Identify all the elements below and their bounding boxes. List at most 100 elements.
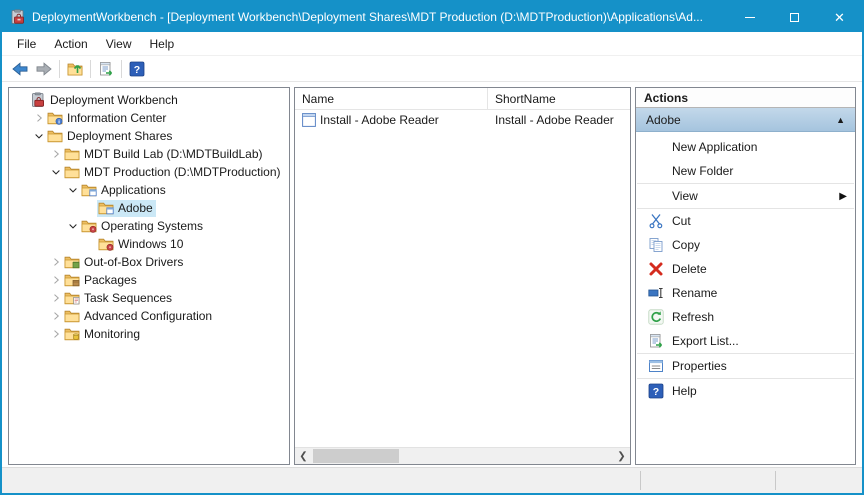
chevron-expanded-icon[interactable] — [49, 165, 63, 179]
action-delete[interactable]: Delete — [636, 257, 855, 281]
chevron-collapsed-icon[interactable] — [49, 327, 63, 341]
rename-icon — [648, 285, 666, 301]
folder-tasks-icon — [64, 291, 80, 306]
action-refresh[interactable]: Refresh — [636, 305, 855, 329]
tree-item-out-of-box-drivers[interactable]: Out-of-Box Drivers — [9, 253, 289, 271]
collapse-group-icon[interactable]: ▲ — [836, 115, 845, 125]
action-new-folder[interactable]: New Folder — [636, 159, 855, 183]
tree-item-operating-systems[interactable]: Operating Systems — [9, 217, 289, 235]
help-button[interactable]: ? — [125, 58, 149, 80]
action-cut[interactable]: Cut — [636, 209, 855, 233]
column-header-shortname[interactable]: ShortName — [488, 88, 563, 109]
tree-item-applications[interactable]: Applications — [9, 181, 289, 199]
folder-monitor-icon — [64, 327, 80, 342]
menu-file[interactable]: File — [8, 34, 45, 54]
action-properties[interactable]: Properties — [636, 354, 855, 378]
tree: Deployment Workbench Information Center De… — [9, 88, 289, 343]
tree-item-mdt-production-d-mdtproduction[interactable]: MDT Production (D:\MDTProduction) — [9, 163, 289, 181]
tree-item-task-sequences[interactable]: Task Sequences — [9, 289, 289, 307]
menu-view[interactable]: View — [97, 34, 141, 54]
list-body: Install - Adobe ReaderInstall - Adobe Re… — [295, 110, 630, 129]
maximize-button[interactable] — [772, 2, 817, 32]
properties-icon — [648, 358, 666, 374]
export-icon — [648, 333, 666, 349]
actions-pane: Actions Adobe ▲ New Application New Folde… — [635, 87, 856, 465]
menu-action[interactable]: Action — [45, 34, 96, 54]
cell-name: Install - Adobe Reader — [320, 113, 439, 127]
tree-item-adobe[interactable]: Adobe — [9, 199, 289, 217]
workbench-icon — [30, 93, 46, 108]
main-area: Deployment Workbench Information Center De… — [2, 82, 862, 467]
tree-item-monitoring[interactable]: Monitoring — [9, 325, 289, 343]
back-button[interactable] — [8, 58, 32, 80]
export-list-icon — [98, 61, 114, 77]
tree-item-label: Packages — [84, 273, 137, 287]
chevron-expanded-icon[interactable] — [32, 129, 46, 143]
chevron-collapsed-icon[interactable] — [32, 111, 46, 125]
actions-pane-title: Actions — [636, 88, 855, 108]
folder-os-icon — [81, 219, 97, 234]
up-folder-button[interactable] — [63, 58, 87, 80]
chevron-expanded-icon[interactable] — [66, 219, 80, 233]
status-bar — [2, 467, 862, 493]
tree-item-advanced-configuration[interactable]: Advanced Configuration — [9, 307, 289, 325]
scroll-left-icon[interactable]: ❮ — [295, 448, 312, 464]
action-label: New Folder — [672, 164, 847, 178]
scrollbar-thumb[interactable] — [313, 449, 399, 463]
action-label: View — [672, 189, 839, 203]
up-folder-icon — [66, 60, 84, 78]
export-list-button[interactable] — [94, 58, 118, 80]
action-copy[interactable]: Copy — [636, 233, 855, 257]
tree-item-label: Windows 10 — [118, 237, 183, 251]
chevron-expanded-icon[interactable] — [66, 183, 80, 197]
action-export-list[interactable]: Export List... — [636, 329, 855, 353]
action-label: Rename — [672, 286, 847, 300]
action-help[interactable]: ?Help — [636, 379, 855, 403]
tree-item-windows-10[interactable]: Windows 10 — [9, 235, 289, 253]
close-button[interactable]: ✕ — [817, 2, 862, 32]
action-rename[interactable]: Rename — [636, 281, 855, 305]
chevron-collapsed-icon[interactable] — [49, 255, 63, 269]
icon-spacer — [648, 139, 666, 155]
actions-group-header-adobe[interactable]: Adobe ▲ — [636, 108, 855, 132]
menu-bar: FileActionViewHelp — [2, 32, 862, 56]
menu-help[interactable]: Help — [141, 34, 184, 54]
chevron-collapsed-icon[interactable] — [49, 147, 63, 161]
list-row[interactable]: Install - Adobe ReaderInstall - Adobe Re… — [295, 110, 630, 129]
tree-item-information-center[interactable]: Information Center — [9, 109, 289, 127]
action-label: Export List... — [672, 334, 847, 348]
icon-spacer — [648, 188, 666, 204]
tree-item-label: Information Center — [67, 111, 166, 125]
delete-icon — [648, 261, 666, 277]
tree-item-deployment-workbench[interactable]: Deployment Workbench — [9, 91, 289, 109]
chevron-collapsed-icon[interactable] — [49, 273, 63, 287]
forward-button[interactable] — [32, 58, 56, 80]
chevron-collapsed-icon[interactable] — [49, 309, 63, 323]
folder-plain-icon — [64, 309, 80, 324]
close-icon: ✕ — [834, 11, 845, 24]
toolbar-separator — [121, 60, 122, 78]
tree-item-label: Monitoring — [84, 327, 140, 341]
chevron-spacer — [83, 237, 97, 251]
svg-text:?: ? — [653, 386, 659, 398]
minimize-button[interactable] — [727, 2, 772, 32]
tree-item-deployment-shares[interactable]: Deployment Shares — [9, 127, 289, 145]
chevron-collapsed-icon[interactable] — [49, 291, 63, 305]
forward-icon — [35, 60, 53, 78]
tree-item-label: Task Sequences — [84, 291, 172, 305]
tree-item-label: Advanced Configuration — [84, 309, 212, 323]
actions-list: New Application New Folder View▶Cut Copy Del… — [636, 132, 855, 403]
action-label: Copy — [672, 238, 847, 252]
horizontal-scrollbar[interactable]: ❮ ❯ — [295, 447, 630, 464]
tree-item-packages[interactable]: Packages — [9, 271, 289, 289]
folder-drivers-icon — [64, 255, 80, 270]
column-header-name[interactable]: Name — [295, 88, 488, 109]
tree-item-mdt-build-lab-d-mdtbuildlab[interactable]: MDT Build Lab (D:\MDTBuildLab) — [9, 145, 289, 163]
back-icon — [11, 60, 29, 78]
action-view[interactable]: View▶ — [636, 184, 855, 208]
application-icon — [302, 113, 316, 127]
tree-item-label: Deployment Shares — [67, 129, 172, 143]
action-new-application[interactable]: New Application — [636, 135, 855, 159]
copy-icon — [648, 237, 666, 253]
scroll-right-icon[interactable]: ❯ — [613, 448, 630, 464]
